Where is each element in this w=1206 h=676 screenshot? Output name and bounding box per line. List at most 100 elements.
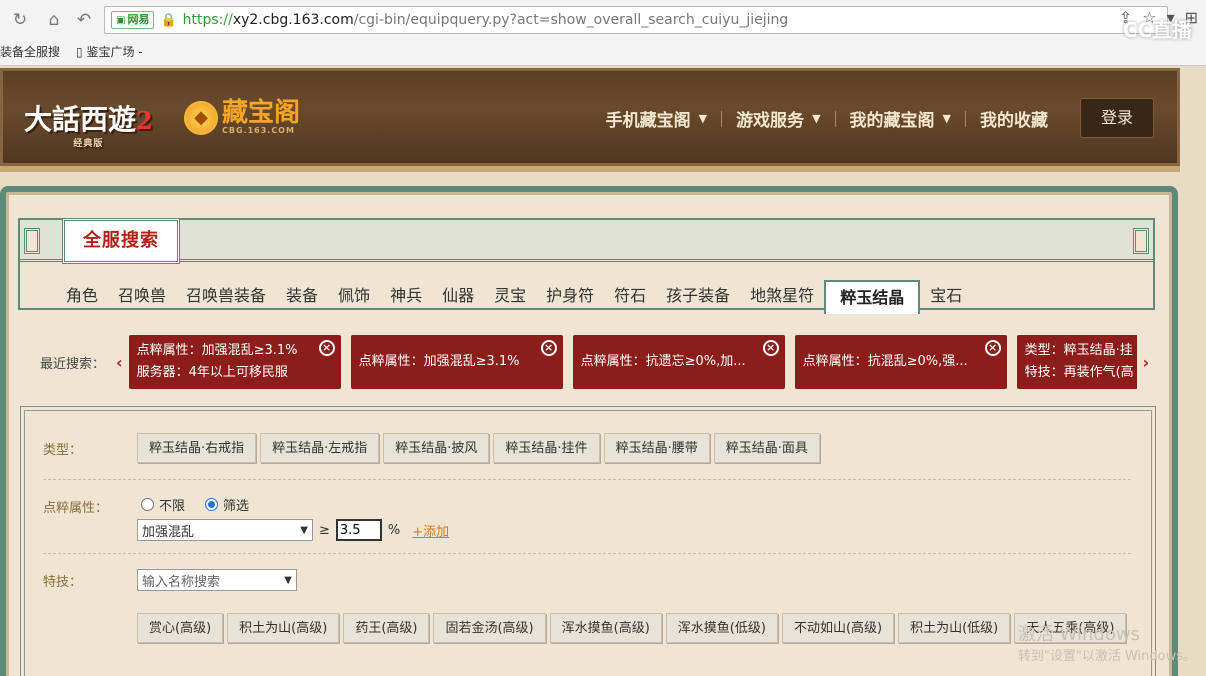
search-panel: 全服搜索 角色 召唤兽 召唤兽装备 装备 佩饰 神兵 仙器 灵宝 护身符 符石 … [18, 218, 1155, 314]
url-scheme: https:// [182, 12, 233, 28]
caret-down-icon: ▼ [942, 112, 951, 125]
ev-badge: ▣ 网易 [111, 11, 155, 29]
attr-select[interactable]: 加强混乱 ▼ [137, 519, 313, 541]
skill-option[interactable]: 浑水摸鱼(低级) [665, 613, 778, 643]
nav-game-service[interactable]: 游戏服务 ▼ [722, 106, 834, 131]
nav-my-favorites[interactable]: 我的收藏 [966, 106, 1062, 131]
tab-immortal-item[interactable]: 仙器 [432, 284, 484, 314]
chevron-right-icon[interactable]: › [1143, 353, 1150, 372]
recent-label: 最近搜索： [40, 356, 106, 372]
bookmark-item[interactable]: ▯ 鉴宝广场 - [76, 43, 143, 60]
page-title: 全服搜索 [62, 218, 180, 264]
radio-dot [205, 498, 219, 511]
tab-rune[interactable]: 符石 [604, 284, 656, 314]
skill-option[interactable]: 积土为山(低级) [898, 613, 1011, 643]
frame-corner [1133, 228, 1149, 254]
type-option[interactable]: 粹玉结晶·面具 [713, 433, 820, 463]
type-option[interactable]: 粹玉结晶·腰带 [603, 433, 710, 463]
address-bar[interactable]: ▣ 网易 🔒 https://xy2.cbg.163.com/cgi-bin/eq… [104, 6, 1168, 34]
select-value: 加强混乱 [142, 524, 195, 540]
radio-dot [141, 498, 154, 511]
site-logo-sub: CBG.163.COM [222, 126, 295, 135]
type-option[interactable]: 粹玉结晶·披风 [383, 433, 490, 463]
chip-line: 点粹属性：加强混乱≥3.1% [358, 354, 520, 369]
skill-option[interactable]: 药王(高级) [343, 613, 430, 643]
page-icon: ▯ [76, 44, 87, 59]
recent-chip[interactable]: 点粹属性：抗遗忘≥0%,加... × [572, 335, 785, 389]
url-path: /cgi-bin/equipquery.py?act=show_overall_… [353, 12, 789, 28]
tab-child-equip[interactable]: 孩子装备 [656, 284, 740, 314]
tab-divine-weapon[interactable]: 神兵 [380, 284, 432, 314]
tab-role[interactable]: 角色 [56, 284, 108, 314]
game-logo-sub: 经典版 [73, 139, 104, 149]
reload-icon[interactable]: ↻ [8, 8, 32, 32]
tab-amulet[interactable]: 护身符 [536, 284, 604, 314]
radio-any[interactable]: 不限 [141, 495, 185, 514]
nav-label: 我的收藏 [980, 111, 1048, 131]
recent-chip[interactable]: 点粹属性：加强混乱≥3.1% × [350, 335, 563, 389]
nav-label: 我的藏宝阁 [849, 111, 935, 131]
chevron-down-icon: ▼ [300, 524, 308, 536]
chip-line: 点粹属性：抗混乱≥0%,强... [802, 354, 968, 369]
chevron-left-icon[interactable]: ‹ [116, 353, 123, 372]
tab-pet[interactable]: 召唤兽 [108, 284, 176, 314]
add-link[interactable]: +添加 [412, 521, 449, 540]
bookmark-label: 鉴宝广场 - [86, 44, 143, 59]
recent-chip[interactable]: 类型：粹玉结晶·挂 特技：再装作气(高 [1016, 335, 1137, 389]
game-logo-num: 2 [136, 106, 153, 135]
login-button[interactable]: 登录 [1080, 98, 1154, 138]
radio-filter[interactable]: 筛选 [205, 495, 249, 514]
bookmarks-bar: 装备全服搜 ▯ 鉴宝广场 - [0, 40, 159, 62]
skill-placeholder: 输入名称搜索 [142, 574, 221, 590]
type-option[interactable]: 粹玉结晶·左戒指 [260, 433, 380, 463]
tab-pet-equip[interactable]: 召唤兽装备 [176, 284, 276, 314]
bookmark-item[interactable]: 装备全服搜 [0, 43, 60, 60]
back-icon[interactable]: ↶ [72, 8, 96, 32]
skill-option[interactable]: 天人五乘(高级) [1014, 613, 1127, 643]
game-logo[interactable]: 大話西遊2 经典版 [24, 98, 153, 149]
skill-option[interactable]: 积土为山(高级) [227, 613, 340, 643]
skill-option[interactable]: 浑水摸鱼(高级) [549, 613, 662, 643]
cbg-logo[interactable]: ◆ 藏宝阁 CBG.163.COM [184, 100, 300, 135]
lock-icon: 🔒 [160, 12, 177, 28]
home-icon[interactable]: ⌂ [42, 8, 66, 32]
ev-label: 网易 [127, 13, 150, 26]
type-label: 类型： [43, 443, 83, 458]
close-icon[interactable]: × [984, 340, 1001, 356]
skill-option[interactable]: 不动如山(高级) [781, 613, 895, 643]
skill-option[interactable]: 赏心(高级) [137, 613, 224, 643]
tab-spirit-treasure[interactable]: 灵宝 [484, 284, 536, 314]
chip-line: 点粹属性：加强混乱≥3.1% [136, 343, 298, 358]
tab-gem[interactable]: 宝石 [920, 284, 972, 314]
nav-label: 游戏服务 [736, 111, 805, 131]
close-icon[interactable]: × [540, 340, 557, 356]
tab-equip[interactable]: 装备 [276, 284, 328, 314]
nav-my-cbg[interactable]: 我的藏宝阁 ▼ [836, 106, 965, 131]
site-header: 大話西遊2 经典版 ◆ 藏宝阁 CBG.163.COM 手机藏宝阁 ▼ 游戏服务 ▼ 我… [0, 68, 1180, 172]
chip-line: 类型：粹玉结晶·挂 [1024, 343, 1133, 358]
close-icon[interactable]: × [318, 340, 335, 356]
tab-star-charm[interactable]: 地煞星符 [740, 284, 824, 314]
caret-down-icon: ▼ [812, 112, 821, 125]
browser-chrome: ↻ ⌂ ↶ ▣ 网易 🔒 https://xy2.cbg.163.com/cgi-… [0, 0, 1206, 66]
chevron-down-icon: ▼ [284, 574, 292, 586]
type-option[interactable]: 粹玉结晶·挂件 [493, 433, 600, 463]
recent-chip[interactable]: 点粹属性：抗混乱≥0%,强... × [794, 335, 1007, 389]
category-tabs: 角色 召唤兽 召唤兽装备 装备 佩饰 神兵 仙器 灵宝 护身符 符石 孩子装备 … [56, 280, 972, 314]
type-options: 粹玉结晶·右戒指 粹玉结晶·左戒指 粹玉结晶·披风 粹玉结晶·挂件 粹玉结晶·腰… [137, 433, 824, 463]
attr-mode: 不限 筛选 [141, 495, 249, 514]
attr-value-input[interactable] [335, 519, 382, 541]
tab-accessory[interactable]: 佩饰 [328, 284, 380, 314]
close-icon[interactable]: × [762, 340, 779, 356]
overlay-logo: CC直播 [1122, 18, 1192, 42]
top-nav: 手机藏宝阁 ▼ 游戏服务 ▼ 我的藏宝阁 ▼ 我的收藏 [592, 106, 1062, 131]
recent-chip[interactable]: 点粹属性：加强混乱≥3.1% 服务器：4年以上可移民服 × [128, 335, 341, 389]
skill-search-select[interactable]: 输入名称搜索 ▼ [137, 569, 297, 591]
tab-cuiyu-crystal[interactable]: 粹玉结晶 [824, 280, 921, 314]
nav-mobile-cbg[interactable]: 手机藏宝阁 ▼ [592, 106, 721, 131]
game-logo-text: 大話西遊 [24, 103, 137, 136]
type-option[interactable]: 粹玉结晶·右戒指 [137, 433, 257, 463]
unit-label: % [387, 522, 401, 538]
chip-line: 服务器：4年以上可移民服 [136, 365, 288, 380]
skill-option[interactable]: 固若金汤(高级) [433, 613, 546, 643]
